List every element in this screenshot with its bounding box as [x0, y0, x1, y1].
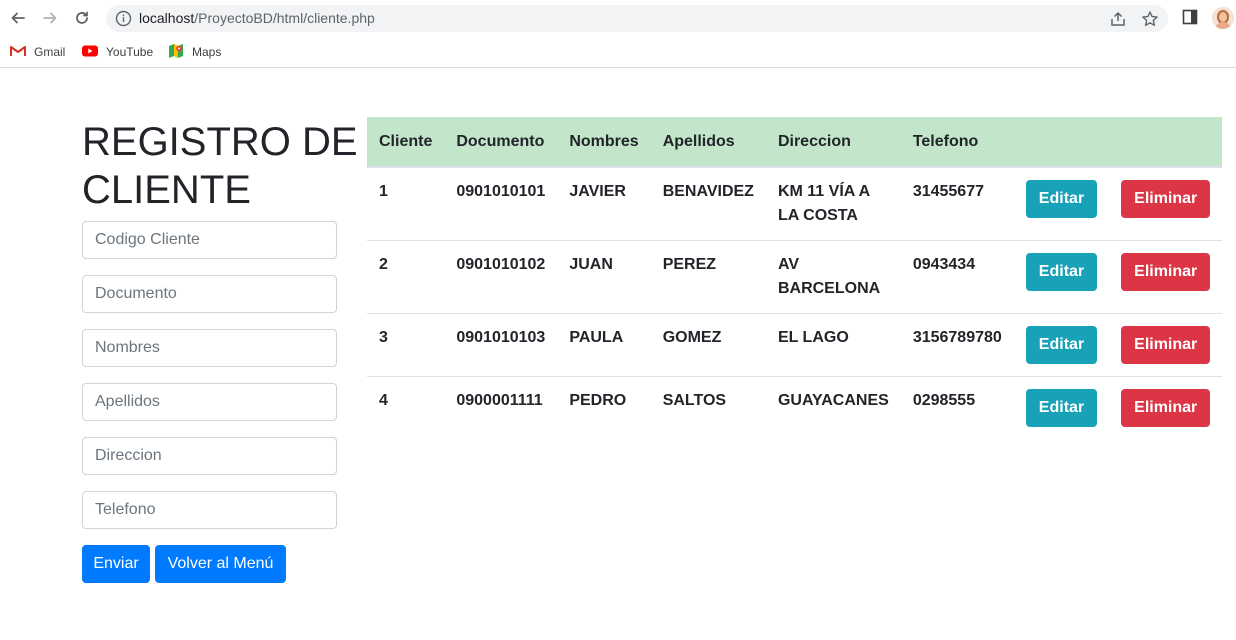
clientes-table: Cliente Documento Nombres Apellidos Dire…: [367, 117, 1223, 440]
url-text: localhost/ProyectoBD/html/cliente.php: [139, 10, 375, 27]
side-panel-icon[interactable]: [1181, 8, 1201, 28]
table-row: 2 0901010102 JUAN PEREZ AV BARCELONA 094…: [367, 240, 1223, 314]
direccion-input[interactable]: [82, 437, 337, 475]
page-title: REGISTRO DE CLIENTE: [82, 120, 358, 212]
cell-direccion: EL LAGO: [765, 313, 901, 377]
cell-nombres: JUAN: [557, 240, 651, 314]
telefono-input[interactable]: [82, 491, 337, 529]
table-header-row: Cliente Documento Nombres Apellidos Dire…: [367, 117, 1223, 168]
table-row: 4 0900001111 PEDRO SALTOS GUAYACANES 029…: [367, 376, 1223, 440]
table-row: 3 0901010103 PAULA GOMEZ EL LAGO 3156789…: [367, 313, 1223, 377]
bookmarks-bar: Gmail YouTube Maps: [0, 36, 1236, 68]
bookmark-label: Maps: [192, 45, 222, 59]
profile-avatar-icon[interactable]: [1212, 7, 1234, 29]
editar-button[interactable]: Editar: [1025, 389, 1098, 427]
editar-button[interactable]: Editar: [1025, 253, 1098, 291]
cell-documento: 0901010102: [444, 240, 558, 314]
cell-documento: 0900001111: [444, 376, 558, 440]
column-header: Direccion: [765, 117, 901, 168]
youtube-icon: [82, 45, 98, 60]
eliminar-button[interactable]: Eliminar: [1121, 389, 1211, 427]
column-header-empty: [1109, 117, 1223, 168]
url-host: localhost: [139, 10, 195, 26]
cell-telefono: 0298555: [900, 376, 1014, 440]
documento-input[interactable]: [82, 275, 337, 313]
cell-edit: Editar: [1013, 240, 1110, 314]
cell-cliente: 1: [379, 183, 388, 200]
column-header: Nombres: [557, 117, 651, 168]
browser-toolbar: localhost/ProyectoBD/html/cliente.php: [0, 0, 1236, 36]
cell-nombres: JAVIER: [569, 183, 626, 200]
column-header: Documento: [444, 117, 558, 168]
cell-apellidos: SALTOS: [650, 376, 766, 440]
bookmark-label: Gmail: [34, 45, 66, 59]
column-header-empty: [1013, 117, 1110, 168]
cell-documento: 0901010103: [444, 313, 558, 377]
cell-apellidos: PEREZ: [650, 240, 766, 314]
nombres-input[interactable]: [82, 329, 337, 367]
cell-nombres: PAULA: [557, 313, 651, 377]
column-header: Apellidos: [650, 117, 766, 168]
page-content: REGISTRO DE CLIENTE Enviar Volver al Men…: [0, 69, 1236, 640]
cell-delete: Eliminar: [1109, 167, 1222, 241]
cell-direccion: AV BARCELONA: [765, 240, 901, 314]
bookmark-gmail[interactable]: Gmail: [10, 42, 65, 62]
cell-direccion: KM 11 VÍA A LA COSTA: [777, 183, 870, 224]
bookmark-youtube[interactable]: YouTube: [82, 42, 153, 62]
cell-cliente: 3: [367, 313, 445, 377]
table-row: 1 0901010101 JAVIER BENAVIDEZ KM 11 VÍA …: [367, 167, 1222, 241]
eliminar-button[interactable]: Eliminar: [1121, 253, 1211, 291]
share-icon[interactable]: [1109, 10, 1127, 28]
url-path: /ProyectoBD/html/cliente.php: [194, 10, 375, 26]
bookmark-label: YouTube: [106, 45, 154, 59]
info-icon[interactable]: [115, 10, 132, 27]
cell-apellidos: BENAVIDEZ: [662, 183, 754, 200]
column-header: Telefono: [900, 117, 1014, 168]
bookmark-maps[interactable]: Maps: [168, 42, 221, 62]
cell-documento: 0901010101: [456, 183, 546, 200]
cell-cliente: 2: [367, 240, 445, 314]
codigo-cliente-input[interactable]: [82, 221, 337, 259]
cell-edit: Editar: [1013, 313, 1110, 377]
maps-icon: [168, 43, 184, 62]
cell-cliente: 4: [367, 376, 445, 440]
cell-apellidos: GOMEZ: [650, 313, 766, 377]
cell-telefono: 0943434: [900, 240, 1014, 314]
cell-direccion: GUAYACANES: [765, 376, 901, 440]
address-bar[interactable]: localhost/ProyectoBD/html/cliente.php: [106, 5, 1168, 32]
cell-edit: Editar: [1014, 167, 1109, 241]
eliminar-button[interactable]: Eliminar: [1121, 326, 1211, 364]
cell-nombres: PEDRO: [557, 376, 651, 440]
cell-delete: Eliminar: [1109, 313, 1223, 377]
apellidos-input[interactable]: [82, 383, 337, 421]
cell-delete: Eliminar: [1109, 376, 1223, 440]
enviar-button[interactable]: Enviar: [82, 545, 150, 583]
star-icon[interactable]: [1141, 10, 1159, 28]
editar-button[interactable]: Editar: [1025, 326, 1098, 364]
cell-delete: Eliminar: [1109, 240, 1223, 314]
editar-button[interactable]: Editar: [1025, 180, 1098, 218]
gmail-icon: [10, 45, 26, 60]
column-header: Cliente: [367, 117, 445, 168]
reload-icon[interactable]: [72, 8, 92, 28]
cell-edit: Editar: [1013, 376, 1110, 440]
volver-menu-button[interactable]: Volver al Menú: [155, 545, 286, 583]
cell-telefono: 31455677: [912, 183, 984, 200]
forward-arrow-icon[interactable]: [40, 8, 60, 28]
cell-telefono: 3156789780: [900, 313, 1014, 377]
eliminar-button[interactable]: Eliminar: [1121, 180, 1211, 218]
back-arrow-icon[interactable]: [8, 8, 28, 28]
